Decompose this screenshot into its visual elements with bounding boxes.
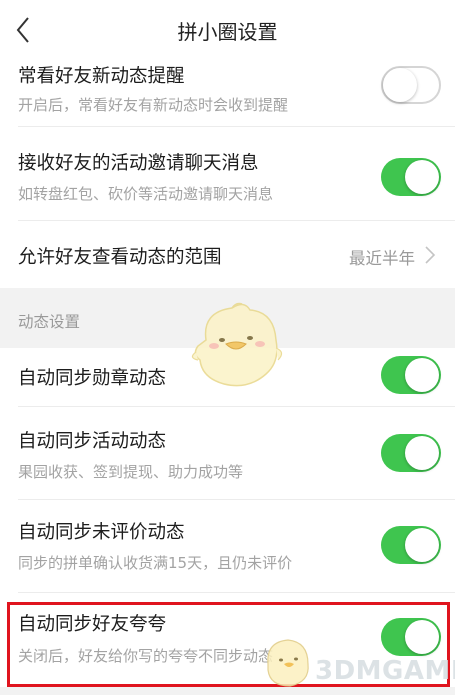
section-label: 动态设置 bbox=[18, 313, 81, 331]
setting-title: 接收好友的活动邀请聊天消息 bbox=[18, 153, 259, 174]
toggle-unreviewed-sync[interactable] bbox=[381, 526, 441, 564]
watermark-text: 3DMGAME bbox=[315, 656, 455, 686]
setting-row-frequent-friends: 常看好友新动态提醒 开启后，常看好友有新动态时会收到提醒 bbox=[0, 58, 455, 126]
toggle-knob bbox=[383, 68, 417, 102]
toggle-knob bbox=[405, 436, 439, 470]
setting-subtitle: 果园收获、签到提现、助力成功等 bbox=[18, 463, 244, 481]
nav-bar: 拼小圈设置 bbox=[0, 0, 455, 58]
setting-row-unreviewed-sync: 自动同步未评价动态 同步的拼单确认收货满15天，且仍未评价 bbox=[0, 500, 455, 592]
watermark: 3DMGAME bbox=[260, 634, 455, 692]
toggle-activity-invites[interactable] bbox=[381, 158, 441, 196]
toggle-knob bbox=[405, 160, 439, 194]
toggle-frequent-friends[interactable] bbox=[381, 66, 441, 104]
setting-title: 常看好友新动态提醒 bbox=[18, 66, 185, 87]
watermark-chick-icon bbox=[267, 639, 309, 687]
setting-row-activity-sync: 自动同步活动动态 果园收获、签到提现、助力成功等 bbox=[0, 407, 455, 499]
setting-subtitle: 关闭后，好友给你写的夸夸不同步动态 bbox=[18, 647, 274, 665]
chevron-right-icon bbox=[425, 246, 436, 264]
setting-subtitle: 如转盘红包、砍价等活动邀请聊天消息 bbox=[18, 185, 274, 203]
setting-row-visibility-range[interactable]: 允许好友查看动态的范围 最近半年 bbox=[0, 221, 455, 288]
toggle-knob bbox=[405, 358, 439, 392]
mascot-chick-image bbox=[191, 302, 283, 387]
setting-title: 自动同步勋章动态 bbox=[18, 368, 167, 389]
toggle-activity-sync[interactable] bbox=[381, 434, 441, 472]
toggle-knob bbox=[405, 528, 439, 562]
toggle-badge-sync[interactable] bbox=[381, 356, 441, 394]
setting-subtitle: 开启后，常看好友有新动态时会收到提醒 bbox=[18, 96, 289, 114]
setting-title: 自动同步好友夸夸 bbox=[18, 614, 167, 635]
page-title: 拼小圈设置 bbox=[177, 20, 278, 44]
setting-subtitle: 同步的拼单确认收货满15天，且仍未评价 bbox=[18, 554, 293, 572]
setting-title: 自动同步未评价动态 bbox=[18, 522, 185, 543]
setting-row-activity-invites: 接收好友的活动邀请聊天消息 如转盘红包、砍价等活动邀请聊天消息 bbox=[0, 127, 455, 220]
setting-title: 自动同步活动动态 bbox=[18, 431, 167, 452]
range-value: 最近半年 bbox=[349, 249, 415, 268]
setting-title: 允许好友查看动态的范围 bbox=[18, 247, 222, 268]
